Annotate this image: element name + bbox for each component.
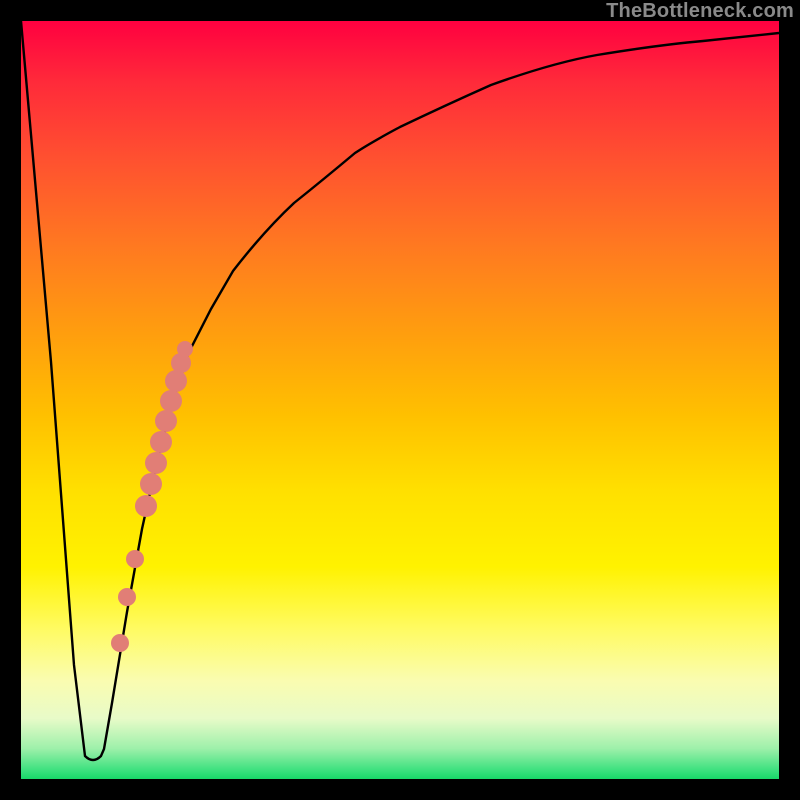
data-marker — [177, 341, 193, 357]
data-marker — [135, 495, 157, 517]
data-marker — [160, 390, 182, 412]
data-marker — [126, 550, 144, 568]
bottleneck-curve — [21, 21, 779, 760]
watermark-text: TheBottleneck.com — [606, 0, 794, 23]
data-marker — [150, 431, 172, 453]
marker-group — [111, 341, 193, 652]
chart-frame: TheBottleneck.com — [0, 0, 800, 800]
data-marker — [140, 473, 162, 495]
data-marker — [111, 634, 129, 652]
chart-svg — [21, 21, 779, 779]
data-marker — [118, 588, 136, 606]
data-marker — [155, 410, 177, 432]
plot-area — [21, 21, 779, 779]
data-marker — [165, 370, 187, 392]
data-marker — [145, 452, 167, 474]
